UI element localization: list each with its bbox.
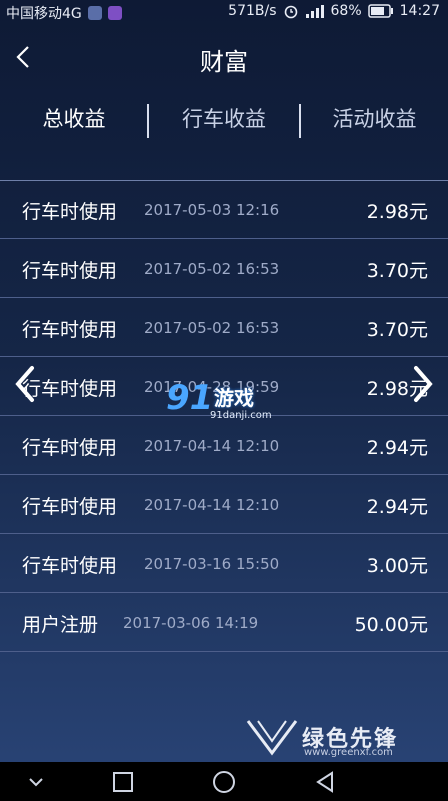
- list-item[interactable]: 行车时使用 2017-05-02 16:53 3.70元: [0, 239, 448, 298]
- list-item[interactable]: 用户注册 2017-03-06 14:19 50.00元: [0, 593, 448, 652]
- signal-icon: [305, 5, 324, 18]
- record-amount: 2.94元: [366, 496, 428, 518]
- watermark-url: 91danji.com: [210, 410, 272, 421]
- record-date: 2017-04-14 12:10: [144, 437, 280, 455]
- nav-collapse-icon[interactable]: [22, 768, 50, 796]
- record-amount: 2.98元: [366, 201, 428, 223]
- status-bar: 中国移动4G 571B/s 68% 14:27: [0, 0, 448, 24]
- wealth-screen: 中国移动4G 571B/s 68% 14:27 财富 总收益 行车收益 活动收益…: [0, 0, 448, 801]
- status-bar-left: 中国移动4G: [6, 3, 122, 23]
- watermark-91danji: 91 游戏 91danji.com: [166, 378, 296, 426]
- network-speed: 571B/s: [228, 3, 277, 19]
- record-date: 2017-05-02 16:53: [144, 319, 280, 337]
- status-bar-right: 571B/s 68% 14:27: [228, 3, 440, 19]
- notification-app-icon: [87, 6, 102, 20]
- record-amount: 50.00元: [354, 614, 428, 636]
- record-date: 2017-05-02 16:53: [144, 260, 280, 278]
- record-amount: 3.00元: [366, 555, 428, 577]
- nav-recents-icon[interactable]: [109, 768, 137, 796]
- brand-watermark: 绿色先锋 www.greenxf.com: [242, 715, 442, 759]
- record-type: 用户注册: [22, 614, 99, 636]
- record-type: 行车时使用: [22, 319, 118, 341]
- record-date: 2017-03-16 15:50: [144, 555, 280, 573]
- record-type: 行车时使用: [22, 555, 118, 577]
- tab-activity-income[interactable]: 活动收益: [301, 96, 448, 142]
- tab-driving-income[interactable]: 行车收益: [149, 96, 299, 142]
- list-item[interactable]: 行车时使用 2017-03-16 15:50 3.00元: [0, 534, 448, 593]
- record-type: 行车时使用: [22, 260, 118, 282]
- system-nav-bar: [0, 762, 448, 801]
- chevron-left-icon[interactable]: [10, 364, 40, 404]
- record-amount: 3.70元: [366, 260, 428, 282]
- watermark-logo: 91: [166, 378, 214, 418]
- record-type: 行车时使用: [22, 201, 118, 223]
- nav-home-icon[interactable]: [210, 768, 238, 796]
- record-date: 2017-04-14 12:10: [144, 496, 280, 514]
- clock: 14:27: [399, 3, 440, 19]
- nav-back-icon[interactable]: [312, 768, 340, 796]
- list-item[interactable]: 行车时使用 2017-04-14 12:10 2.94元: [0, 475, 448, 534]
- header: 财富: [0, 24, 448, 94]
- record-type: 行车时使用: [22, 496, 118, 518]
- page-title: 财富: [200, 48, 248, 76]
- alarm-icon: [284, 5, 297, 19]
- list-item[interactable]: 行车时使用 2017-05-02 16:53 3.70元: [0, 298, 448, 357]
- record-amount: 2.94元: [366, 437, 428, 459]
- notification-gallery-icon: [107, 6, 122, 20]
- battery-percent: 68%: [330, 3, 362, 19]
- brand-logo-icon: [246, 720, 298, 756]
- record-type: 行车时使用: [22, 437, 118, 459]
- record-date: 2017-03-06 14:19: [123, 614, 259, 632]
- record-amount: 3.70元: [366, 319, 428, 341]
- brand-url: www.greenxf.com: [304, 747, 393, 758]
- carrier-label: 中国移动4G: [6, 6, 82, 22]
- record-date: 2017-05-03 12:16: [144, 201, 280, 219]
- list-item[interactable]: 行车时使用 2017-05-03 12:16 2.98元: [0, 180, 448, 239]
- watermark-text: 游戏: [214, 386, 254, 410]
- tab-total-income[interactable]: 总收益: [0, 96, 148, 142]
- tab-bar: 总收益 行车收益 活动收益: [0, 96, 448, 146]
- chevron-right-icon[interactable]: [408, 364, 438, 404]
- battery-icon: [367, 4, 393, 18]
